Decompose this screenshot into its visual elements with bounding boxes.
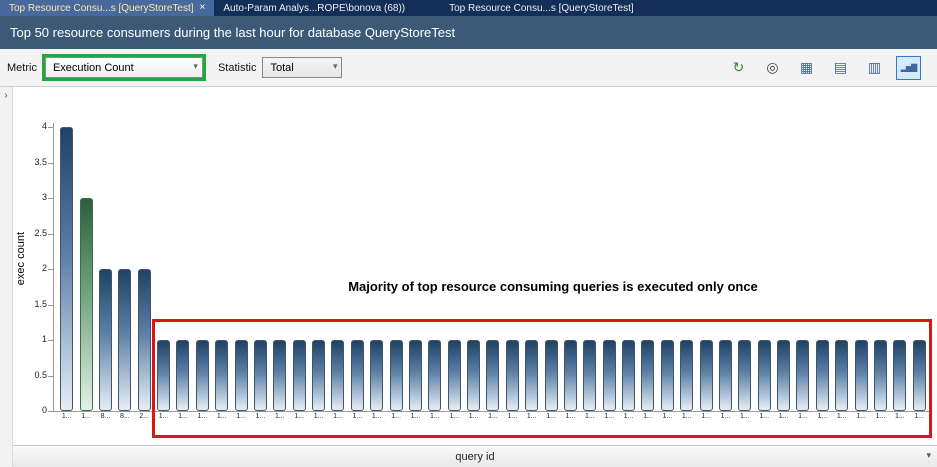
metric-label: Metric [7,62,37,74]
y-tick-label: 2.5 [13,228,47,238]
y-tick-mark [48,234,53,235]
statistic-label: Statistic [218,62,257,74]
bar[interactable] [118,269,131,411]
bar-column: 8... [96,123,115,423]
view-grid-icon[interactable]: ▤ [828,56,853,80]
view-grid-extra-icon[interactable]: ▦ [794,56,819,80]
bar-column: 2... [135,123,154,423]
tab-auto-param-analysis[interactable]: Auto-Param Analys...ROPE\bonova (68)) [214,0,414,16]
x-axis-title: query id [455,451,494,463]
statistic-dropdown[interactable]: Total ▾ [262,57,342,78]
toolbar-icons: ↻ ◎ ▦ ▤ ▥ ▂▅▇ [726,56,921,80]
track-query-icon[interactable]: ◎ [760,56,785,80]
querystore-toolbar: Metric Execution Count ▾ Statistic Total… [0,49,937,87]
view-pivot-icon[interactable]: ▥ [862,56,887,80]
y-tick-label: 1 [13,334,47,344]
tab-top-resource-consumers-2[interactable]: Top Resource Consu...s [QueryStoreTest] [440,0,643,16]
bar[interactable] [138,269,151,411]
y-tick-label: 3.5 [13,157,47,167]
y-tick-mark [48,198,53,199]
x-tick-label: 8... [120,411,130,423]
x-tick-label: 2... [139,411,149,423]
x-tick-label: 1... [81,411,91,423]
y-tick-mark [48,305,53,306]
y-tick-mark [48,127,53,128]
bar-selected-query[interactable] [80,198,93,411]
chevron-down-icon: ▾ [333,61,338,72]
chevron-down-icon[interactable]: ▾ [926,450,931,461]
y-tick-label: 0 [13,405,47,415]
metric-value: Execution Count [53,62,134,74]
metric-highlight-box: Execution Count ▾ [42,54,206,81]
y-tick-mark [48,163,53,164]
y-tick-mark [48,411,53,412]
y-tick-label: 4 [13,121,47,131]
bar-column: 1... [76,123,95,423]
chevron-down-icon: ▾ [193,61,198,72]
x-axis-combo[interactable]: query id ▾ [13,445,937,467]
y-axis-title: exec count [15,232,27,285]
statistic-value: Total [270,62,293,74]
close-icon[interactable]: × [200,3,206,13]
tab-label: Auto-Param Analys...ROPE\bonova (68)) [223,3,405,14]
report-title-bar: Top 50 resource consumers during the las… [0,16,937,49]
y-tick-mark [48,269,53,270]
metric-dropdown[interactable]: Execution Count ▾ [45,57,203,78]
bar[interactable] [99,269,112,411]
view-chart-icon[interactable]: ▂▅▇ [896,56,921,80]
x-tick-label: 1... [62,411,72,423]
main-area: › exec count 1...1...8...8...2...1...1..… [0,87,937,467]
bar-column: 1... [57,123,76,423]
chart-annotation: Majority of top resource consuming queri… [253,279,853,294]
tab-label: Top Resource Consu...s [QueryStoreTest] [9,3,194,14]
tab-label: Top Resource Consu...s [QueryStoreTest] [449,3,634,14]
ssms-query-store-window: Top Resource Consu...s [QueryStoreTest] … [0,0,937,467]
y-axis-line [53,123,54,412]
y-tick-label: 1.5 [13,299,47,309]
bar-column: 8... [115,123,134,423]
y-tick-label: 0.5 [13,370,47,380]
page-title: Top 50 resource consumers during the las… [10,25,455,40]
tab-top-resource-consumers-active[interactable]: Top Resource Consu...s [QueryStoreTest] … [0,0,214,16]
expand-arrow-icon[interactable]: › [4,90,7,101]
plot-area: exec count 1...1...8...8...2...1...1...1… [13,87,937,445]
y-tick-mark [48,340,53,341]
y-tick-label: 2 [13,263,47,273]
document-tab-bar: Top Resource Consu...s [QueryStoreTest] … [0,0,937,16]
x-tick-label: 8... [101,411,111,423]
refresh-icon[interactable]: ↻ [726,56,751,80]
bar[interactable] [60,127,73,411]
y-tick-label: 3 [13,192,47,202]
red-highlight-box [152,319,932,438]
collapsed-panel-strip[interactable]: › [0,87,13,467]
y-tick-mark [48,376,53,377]
